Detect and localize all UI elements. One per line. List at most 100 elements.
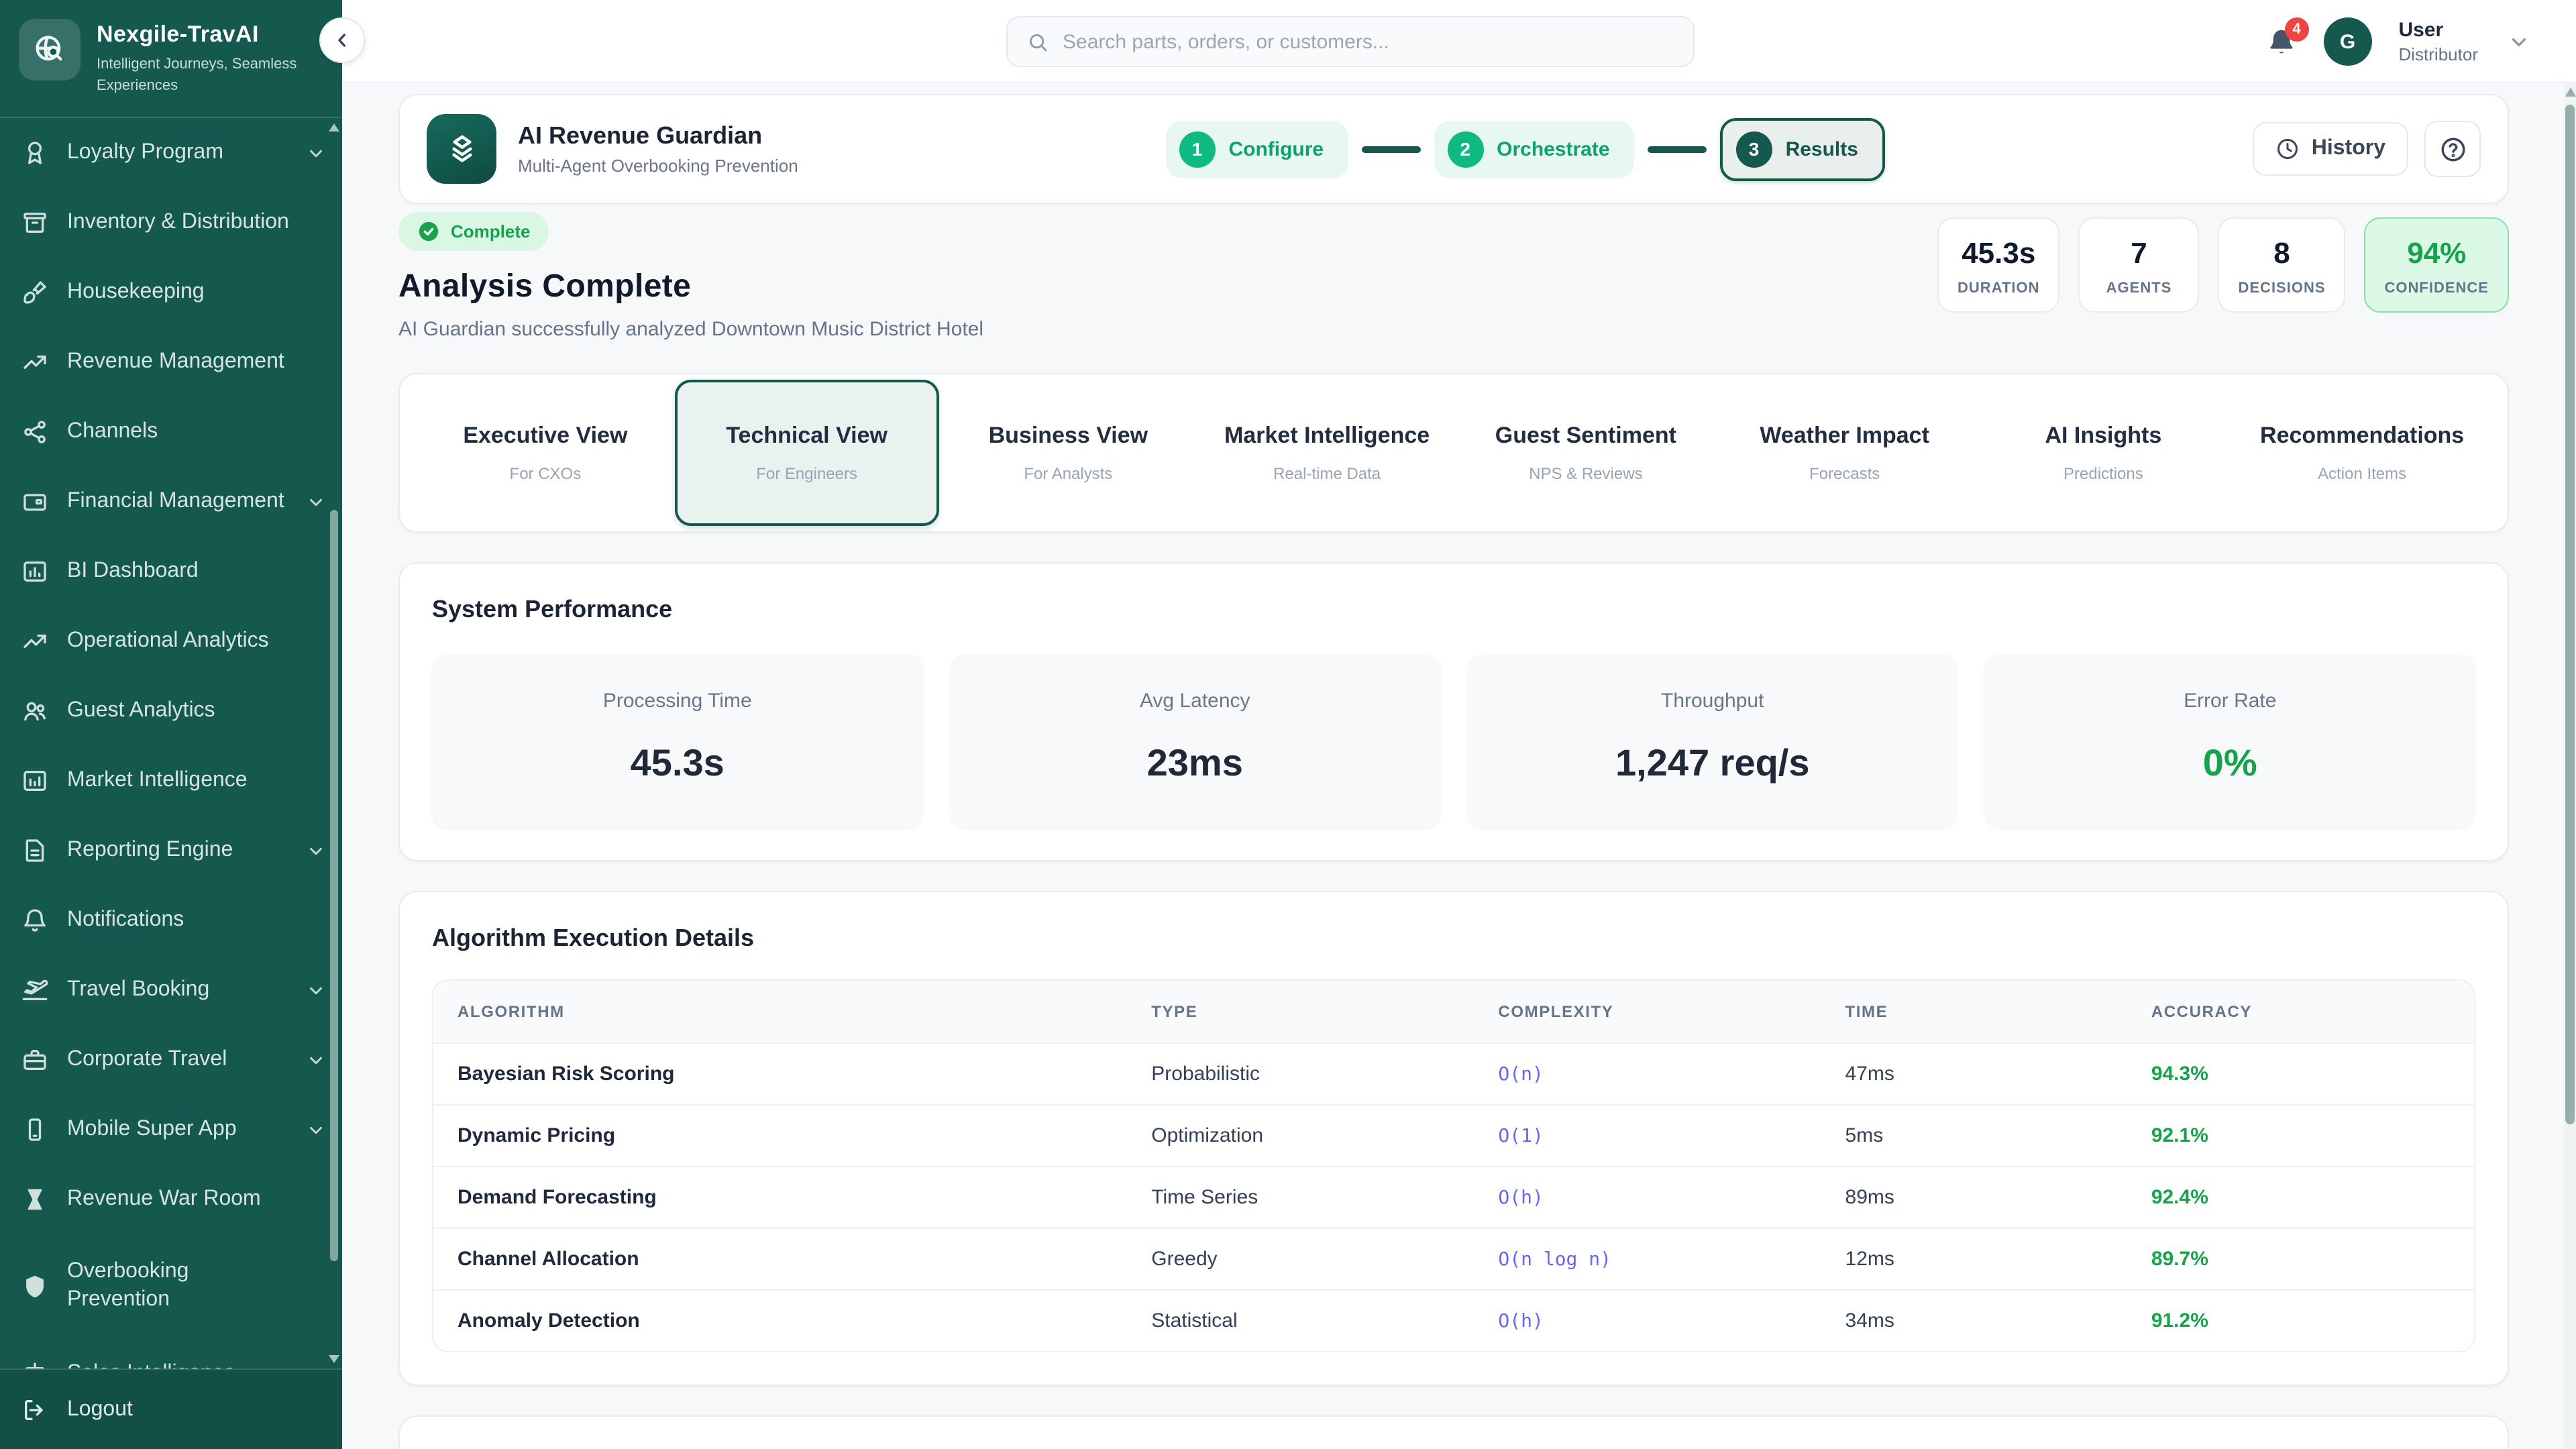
scroll-up-arrow-icon[interactable] [2565,87,2575,97]
sidebar-scrollbar-thumb[interactable] [330,510,338,1261]
table-row: Demand Forecasting Time Series O(h) 89ms… [433,1167,2474,1228]
tab-subtitle: Predictions [1982,464,2225,483]
chevron-down-icon[interactable] [2508,30,2530,53]
tab-guest-sentiment[interactable]: Guest Sentiment NPS & Reviews [1456,393,1715,513]
avatar[interactable]: G [2324,17,2372,66]
step-orchestrate[interactable]: 2 Orchestrate [1434,120,1633,178]
tab-weather-impact[interactable]: Weather Impact Forecasts [1715,393,1974,513]
step-results[interactable]: 3 Results [1720,117,1885,180]
archive-icon [21,209,48,236]
metric-value: 0% [1998,742,2463,785]
step-configure[interactable]: 1 Configure [1165,120,1348,178]
sidebar-scrollbar[interactable] [329,123,339,1363]
algorithm-table: ALGORITHM TYPE COMPLEXITY TIME ACCURACY … [432,979,2475,1352]
app-window: Nexgile-TravAI Intelligent Journeys, Sea… [0,0,2576,1449]
notifications-button[interactable]: 4 [2266,26,2297,57]
tab-subtitle: Action Items [2241,464,2483,483]
sidebar-item-housekeeping[interactable]: Housekeeping [0,258,342,327]
stat-agents: 7 AGENTS [2079,217,2200,313]
sidebar-item-channels[interactable]: Channels [0,397,342,467]
table-row: Dynamic Pricing Optimization O(1) 5ms 92… [433,1105,2474,1167]
logout-button[interactable]: Logout [0,1368,342,1449]
help-circle-icon [2438,135,2467,163]
global-search[interactable] [1006,16,1695,67]
sidebar-item-inventory-distribution[interactable]: Inventory & Distribution [0,188,342,258]
sidebar-item-operational-analytics[interactable]: Operational Analytics [0,606,342,676]
page-scrollbar-thumb[interactable] [2565,105,2575,1124]
sidebar-item-label: Guest Analytics [67,699,215,723]
header-actions: History [2253,121,2481,177]
table-header-row: ALGORITHM TYPE COMPLEXITY TIME ACCURACY [433,981,2474,1043]
tab-title: Recommendations [2241,423,2483,449]
scroll-up-arrow-icon[interactable] [329,123,339,131]
sidebar-item-market-intelligence[interactable]: Market Intelligence [0,746,342,816]
sidebar-nav: Loyalty Program Inventory & Distribution… [0,118,342,1449]
notification-count-badge: 4 [2285,17,2309,41]
cell-algorithm: Channel Allocation [433,1228,1127,1290]
share-icon [21,419,48,445]
sidebar-item-label: Inventory & Distribution [67,211,289,235]
search-input[interactable] [1063,30,1674,53]
brand-title: Nexgile-TravAI [97,21,311,48]
history-button[interactable]: History [2253,122,2408,176]
sidebar-item-revenue-management[interactable]: Revenue Management [0,327,342,397]
stat-confidence: 94% CONFIDENCE [2365,217,2509,313]
cell-accuracy: 91.2% [2127,1290,2474,1351]
sidebar-item-label: Notifications [67,908,184,932]
chevron-down-icon [306,143,326,163]
cell-type: Probabilistic [1127,1043,1474,1105]
scroll-down-arrow-icon[interactable] [329,1355,339,1363]
sidebar-item-label: Channels [67,420,158,444]
metric-grid: Processing Time 45.3s Avg Latency 23ms T… [432,653,2475,828]
tab-subtitle: For CXOs [424,464,667,483]
sidebar-collapse-button[interactable] [319,17,365,63]
metric-label: Throughput [1481,690,1945,712]
metric-label: Error Rate [1998,690,2463,712]
cell-type: Statistical [1127,1290,1474,1351]
metric-error-rate: Error Rate 0% [1985,653,2476,828]
stat-value: 94% [2385,236,2489,271]
tab-business-view[interactable]: Business View For Analysts [939,393,1198,513]
user-role: Distributor [2399,44,2479,64]
sidebar-item-label: Financial Management [67,490,284,514]
metric-value: 45.3s [445,742,910,785]
page-scrollbar[interactable] [2564,83,2576,1449]
metric-avg-latency: Avg Latency 23ms [950,653,1441,828]
sidebar-item-travel-booking[interactable]: Travel Booking [0,955,342,1025]
logout-label: Logout [67,1397,133,1421]
stat-decisions: 8 DECISIONS [2218,217,2346,313]
hourglass-icon [21,1186,48,1213]
sidebar-item-financial-management[interactable]: Financial Management [0,467,342,537]
bell-icon [21,907,48,934]
sidebar-item-overbooking-prevention[interactable]: Overbooking Prevention [0,1234,342,1339]
metric-value: 1,247 req/s [1481,742,1945,785]
tab-technical-view[interactable]: Technical View For Engineers [675,380,939,526]
cell-accuracy: 89.7% [2127,1228,2474,1290]
sidebar-item-guest-analytics[interactable]: Guest Analytics [0,676,342,746]
metric-label: Processing Time [445,690,910,712]
tab-executive-view[interactable]: Executive View For CXOs [416,393,675,513]
briefcase-icon [21,1046,48,1073]
tab-recommendations[interactable]: Recommendations Action Items [2233,393,2491,513]
sidebar-item-revenue-war-room[interactable]: Revenue War Room [0,1165,342,1234]
help-button[interactable] [2424,121,2481,177]
sidebar-item-reporting-engine[interactable]: Reporting Engine [0,816,342,885]
plane-takeoff-icon [21,977,48,1004]
topbar-right: 4 G User Distributor [2266,0,2531,83]
sidebar-item-notifications[interactable]: Notifications [0,885,342,955]
cell-accuracy: 92.1% [2127,1105,2474,1167]
sidebar-item-label: Operational Analytics [67,629,269,653]
user-info[interactable]: User Distributor [2399,19,2479,64]
tab-market-intelligence[interactable]: Market Intelligence Real-time Data [1197,393,1456,513]
brand-logo [19,19,80,80]
sidebar-item-loyalty-program[interactable]: Loyalty Program [0,118,342,188]
sidebar-item-mobile-super-app[interactable]: Mobile Super App [0,1095,342,1165]
sidebar-item-corporate-travel[interactable]: Corporate Travel [0,1025,342,1095]
sidebar-item-label: Reporting Engine [67,839,233,863]
sidebar: Nexgile-TravAI Intelligent Journeys, Sea… [0,0,342,1449]
tab-ai-insights[interactable]: AI Insights Predictions [1974,393,2233,513]
tab-title: Executive View [424,423,667,449]
user-name: User [2399,19,2479,42]
table-row: Anomaly Detection Statistical O(h) 34ms … [433,1290,2474,1351]
sidebar-item-bi-dashboard[interactable]: BI Dashboard [0,537,342,606]
